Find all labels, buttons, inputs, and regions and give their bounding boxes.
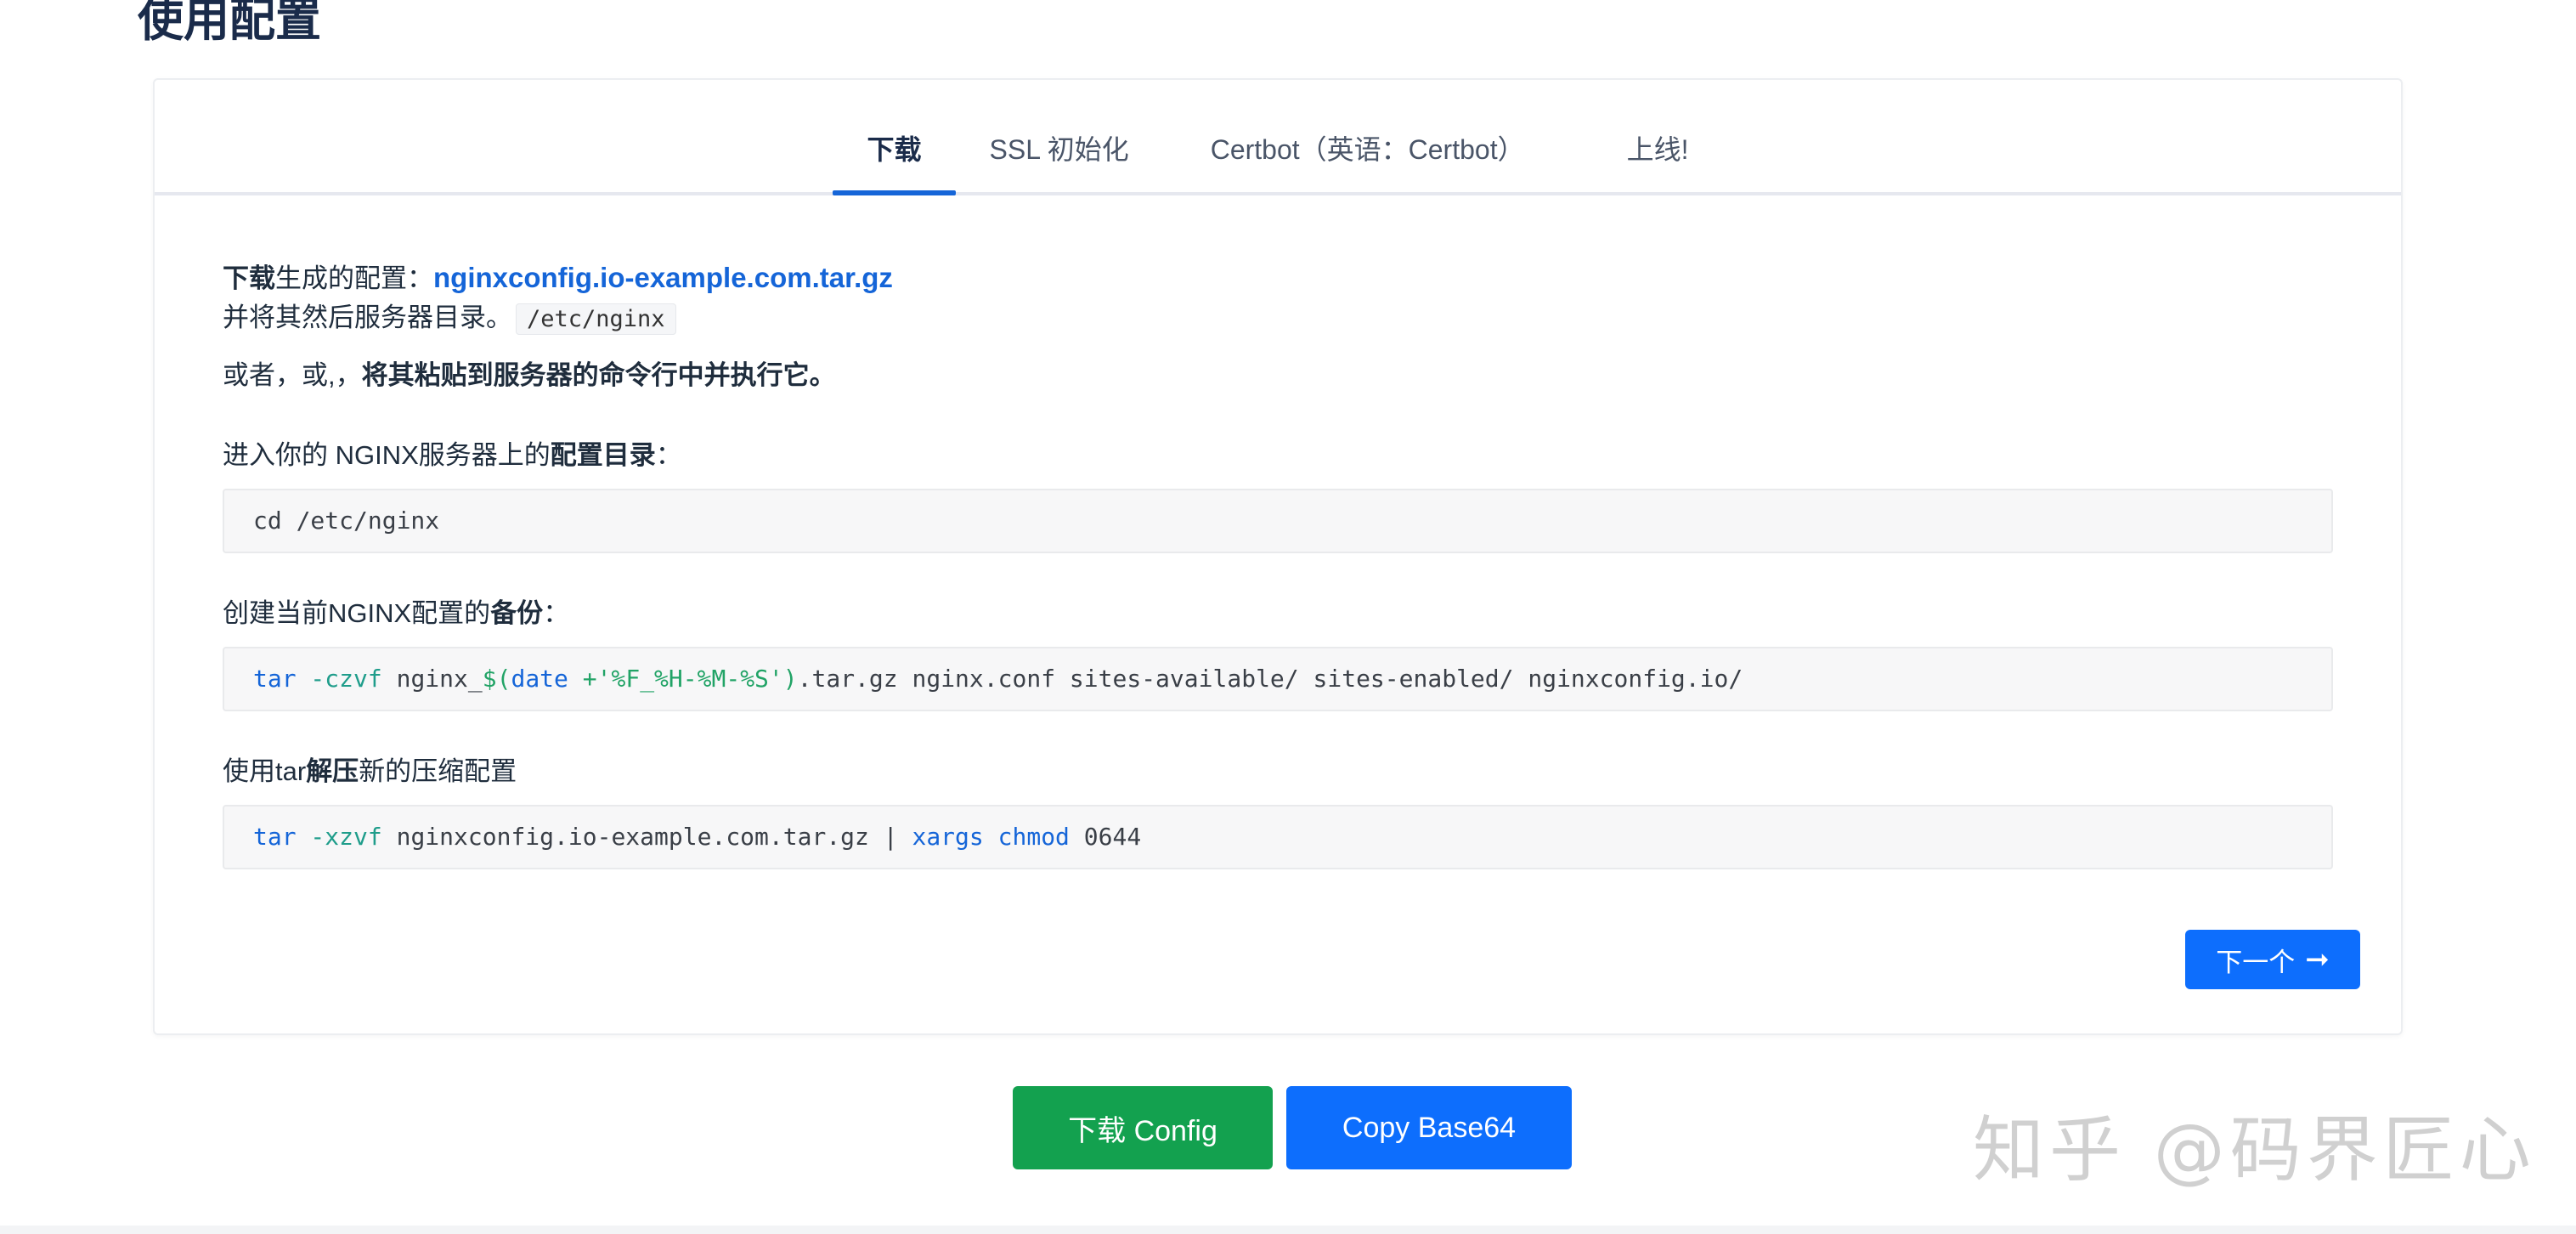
download-bold-text: 下载 xyxy=(223,263,275,293)
alternative-bold: 将其粘贴到服务器的命令行中并执行它。 xyxy=(361,360,836,390)
cd-label-suffix: ： xyxy=(655,440,682,470)
extract-dir-text: 并将其然后服务器目录。 xyxy=(223,303,512,332)
extract-cmd-opt: -xzvf xyxy=(296,823,382,851)
download-file-link[interactable]: nginxconfig.io-example.com.tar.gz xyxy=(433,262,893,293)
extract-cmd-mode: 0644 xyxy=(1069,823,1142,851)
alternative-line: 或者，或,，将其粘贴到服务器的命令行中并执行它。 xyxy=(223,356,2333,395)
extract-cmd-space xyxy=(984,818,998,857)
backup-label-prefix: 创建当前NGINX配置的 xyxy=(223,598,491,628)
alternative-prefix: 或者，或,， xyxy=(223,360,362,390)
tab-go-live[interactable]: 上线! xyxy=(1593,80,1723,192)
download-config-button[interactable]: 下载 Config xyxy=(1013,1086,1273,1169)
extract-dir-line: 并将其然后服务器目录。/etc/nginx xyxy=(223,298,2333,339)
tab-certbot[interactable]: Certbot（英语：Certbot） xyxy=(1177,80,1559,192)
arrow-right-icon: ➞ xyxy=(2305,943,2330,976)
backup-cmd-tar: tar xyxy=(253,665,297,693)
tab-bar: 下载 SSL 初始化 Certbot（英语：Certbot） 上线! xyxy=(155,80,2401,195)
extract-cmd-file: nginxconfig.io-example.com.tar.gz | xyxy=(381,823,912,851)
backup-label-bold: 备份 xyxy=(490,598,544,628)
config-card: 下载 SSL 初始化 Certbot（英语：Certbot） 上线! 下载生成的… xyxy=(153,78,2403,1035)
dir-inline-code: /etc/nginx xyxy=(516,303,676,335)
extract-code-block[interactable]: tar -xzvf nginxconfig.io-example.com.tar… xyxy=(223,805,2333,869)
cd-code-block[interactable]: cd /etc/nginx xyxy=(223,489,2333,553)
backup-cmd-rest: .tar.gz nginx.conf sites-available/ site… xyxy=(797,665,1743,693)
zhihu-watermark: 知乎 @码界匠心 xyxy=(1973,1108,2536,1192)
footer-strip xyxy=(0,1226,2576,1234)
backup-step-label: 创建当前NGINX配置的备份： xyxy=(223,594,2333,633)
extract-label-bold: 解压 xyxy=(306,756,359,786)
backup-cmd-format: +'%F_%H-%M-%S') xyxy=(568,665,798,693)
backup-cmd-subshell: $( xyxy=(482,665,511,693)
extract-label-suffix: 新的压缩配置 xyxy=(359,756,517,786)
cd-label-bold: 配置目录 xyxy=(550,440,656,470)
backup-cmd-date: date xyxy=(511,665,568,693)
download-text: 生成的配置： xyxy=(275,263,433,293)
extract-label-prefix: 使用tar xyxy=(223,756,307,786)
cd-command: cd /etc/nginx xyxy=(253,507,440,535)
extract-cmd-chmod: chmod xyxy=(997,823,1070,851)
tab-ssl-init[interactable]: SSL 初始化 xyxy=(956,80,1163,192)
download-line: 下载生成的配置：nginxconfig.io-example.com.tar.g… xyxy=(223,258,2333,298)
cd-label-prefix: 进入你的 NGINX服务器上的 xyxy=(223,440,551,470)
backup-cmd-prefix: nginx_ xyxy=(381,665,483,693)
cd-step-label: 进入你的 NGINX服务器上的配置目录： xyxy=(223,436,2333,475)
copy-base64-button[interactable]: Copy Base64 xyxy=(1286,1086,1572,1169)
backup-label-suffix: ： xyxy=(543,598,570,628)
next-button-label: 下一个 xyxy=(2216,947,2296,977)
extract-cmd-xargs: xargs xyxy=(912,823,984,851)
extract-cmd-tar: tar xyxy=(253,823,297,851)
extract-step-label: 使用tar解压新的压缩配置 xyxy=(223,752,2333,791)
tab-content: 下载生成的配置：nginxconfig.io-example.com.tar.g… xyxy=(223,258,2333,869)
tab-download[interactable]: 下载 xyxy=(833,80,956,195)
page-title: 使用配置 xyxy=(138,0,321,46)
next-button[interactable]: 下一个 ➞ xyxy=(2185,930,2360,989)
backup-cmd-opt: -czvf xyxy=(296,665,382,693)
backup-code-block[interactable]: tar -czvf nginx_ $(date +'%F_%H-%M-%S') .t… xyxy=(223,647,2333,711)
